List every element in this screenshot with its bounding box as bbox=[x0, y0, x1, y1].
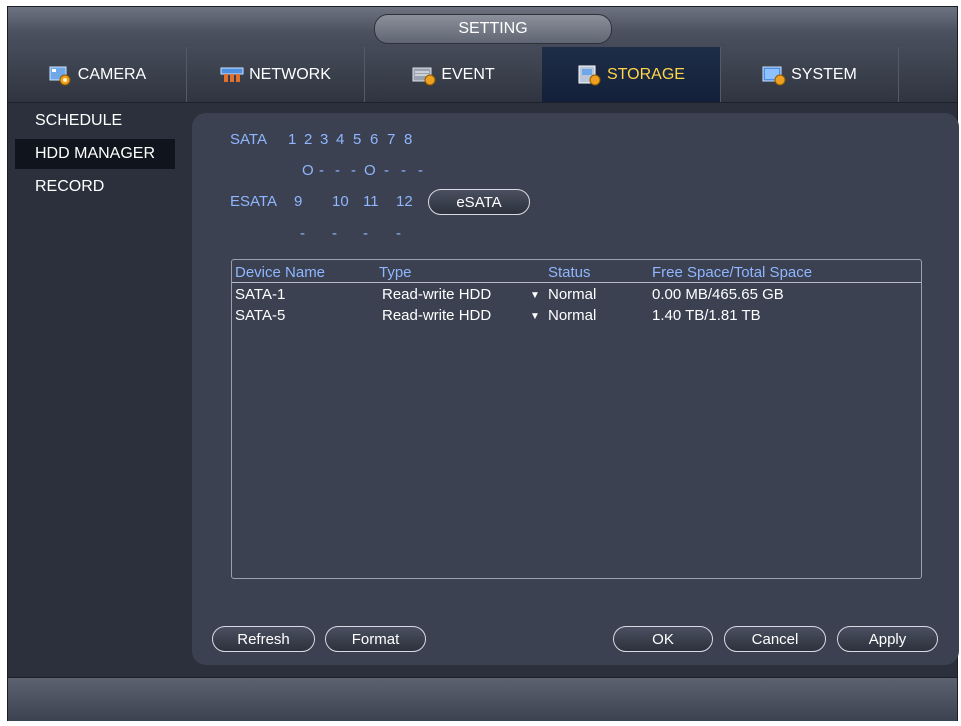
sidebar-item-record[interactable]: RECORD bbox=[15, 172, 175, 202]
tab-system-label: SYSTEM bbox=[791, 65, 857, 83]
esata-button[interactable]: eSATA bbox=[428, 189, 530, 215]
event-icon bbox=[411, 64, 437, 86]
column-header-type: Type bbox=[379, 264, 412, 281]
sata-state-7: - bbox=[401, 162, 406, 179]
sata-state-5: O bbox=[364, 162, 376, 179]
sata-state-3: - bbox=[335, 162, 340, 179]
system-icon bbox=[761, 64, 787, 86]
cell-status: Normal bbox=[548, 307, 597, 324]
window-title: SETTING bbox=[374, 14, 612, 44]
sata-port-2: 2 bbox=[304, 131, 313, 148]
refresh-button[interactable]: Refresh bbox=[212, 626, 315, 652]
tab-storage[interactable]: STORAGE bbox=[542, 47, 721, 102]
sata-state-8: - bbox=[418, 162, 423, 179]
hdd-table: Device Name Type Status Free Space/Total… bbox=[231, 259, 922, 579]
esata-port-9: 9 bbox=[294, 193, 303, 210]
sata-state-6: - bbox=[384, 162, 389, 179]
tab-camera[interactable]: CAMERA bbox=[8, 47, 187, 102]
column-header-space: Free Space/Total Space bbox=[652, 264, 813, 281]
column-header-device-name: Device Name bbox=[235, 264, 326, 281]
apply-button[interactable]: Apply bbox=[837, 626, 938, 652]
cell-device-name: SATA-5 bbox=[235, 307, 286, 324]
sata-label: SATA bbox=[230, 131, 267, 148]
cell-space: 1.40 TB/1.81 TB bbox=[652, 307, 761, 324]
esata-port-11: 11 bbox=[363, 193, 379, 210]
sidebar-item-hdd-manager[interactable]: HDD MANAGER bbox=[15, 139, 175, 169]
cell-space: 0.00 MB/465.65 GB bbox=[652, 286, 784, 303]
esata-state-11: - bbox=[363, 225, 368, 242]
sata-port-7: 7 bbox=[387, 131, 396, 148]
chevron-down-icon[interactable]: ▼ bbox=[530, 290, 540, 301]
sata-port-5: 5 bbox=[353, 131, 362, 148]
cell-type-dropdown[interactable]: Read-write HDD bbox=[382, 307, 491, 324]
sata-state-2: - bbox=[319, 162, 324, 179]
ok-button[interactable]: OK bbox=[613, 626, 713, 652]
network-icon bbox=[219, 64, 245, 86]
format-button[interactable]: Format bbox=[325, 626, 426, 652]
tab-network[interactable]: NETWORK bbox=[186, 47, 365, 102]
sata-port-8: 8 bbox=[404, 131, 413, 148]
sata-port-1: 1 bbox=[288, 131, 297, 148]
column-header-status: Status bbox=[548, 264, 591, 281]
cell-type-dropdown[interactable]: Read-write HDD bbox=[382, 286, 491, 303]
tab-network-label: NETWORK bbox=[249, 65, 331, 83]
cancel-button[interactable]: Cancel bbox=[724, 626, 826, 652]
tab-event-label: EVENT bbox=[441, 65, 495, 83]
esata-port-10: 10 bbox=[332, 193, 349, 210]
storage-icon bbox=[577, 64, 603, 86]
tab-bar: CAMERA NETWORK EVENT STORAGE SYSTEM bbox=[8, 47, 957, 103]
title-bar: SETTING bbox=[8, 7, 957, 47]
sidebar-item-schedule[interactable]: SCHEDULE bbox=[15, 106, 175, 136]
tab-camera-label: CAMERA bbox=[77, 65, 147, 83]
chevron-down-icon[interactable]: ▼ bbox=[530, 311, 540, 322]
tab-storage-label: STORAGE bbox=[607, 65, 685, 83]
status-bar bbox=[8, 677, 957, 721]
esata-label: ESATA bbox=[230, 193, 277, 210]
sata-port-4: 4 bbox=[336, 131, 345, 148]
esata-port-12: 12 bbox=[396, 193, 413, 210]
header-divider bbox=[232, 282, 921, 283]
tab-system[interactable]: SYSTEM bbox=[720, 47, 899, 102]
esata-state-10: - bbox=[332, 225, 337, 242]
sata-port-6: 6 bbox=[370, 131, 379, 148]
esata-state-9: - bbox=[300, 225, 305, 242]
sata-state-1: O bbox=[302, 162, 314, 179]
settings-window: SETTING CAMERA NETWORK EVENT STORAGE SYS… bbox=[7, 6, 959, 721]
camera-gear-icon bbox=[48, 64, 74, 86]
sata-state-4: - bbox=[351, 162, 356, 179]
sata-port-3: 3 bbox=[320, 131, 329, 148]
esata-state-12: - bbox=[396, 225, 401, 242]
cell-device-name: SATA-1 bbox=[235, 286, 286, 303]
tab-event[interactable]: EVENT bbox=[364, 47, 543, 102]
cell-status: Normal bbox=[548, 286, 597, 303]
